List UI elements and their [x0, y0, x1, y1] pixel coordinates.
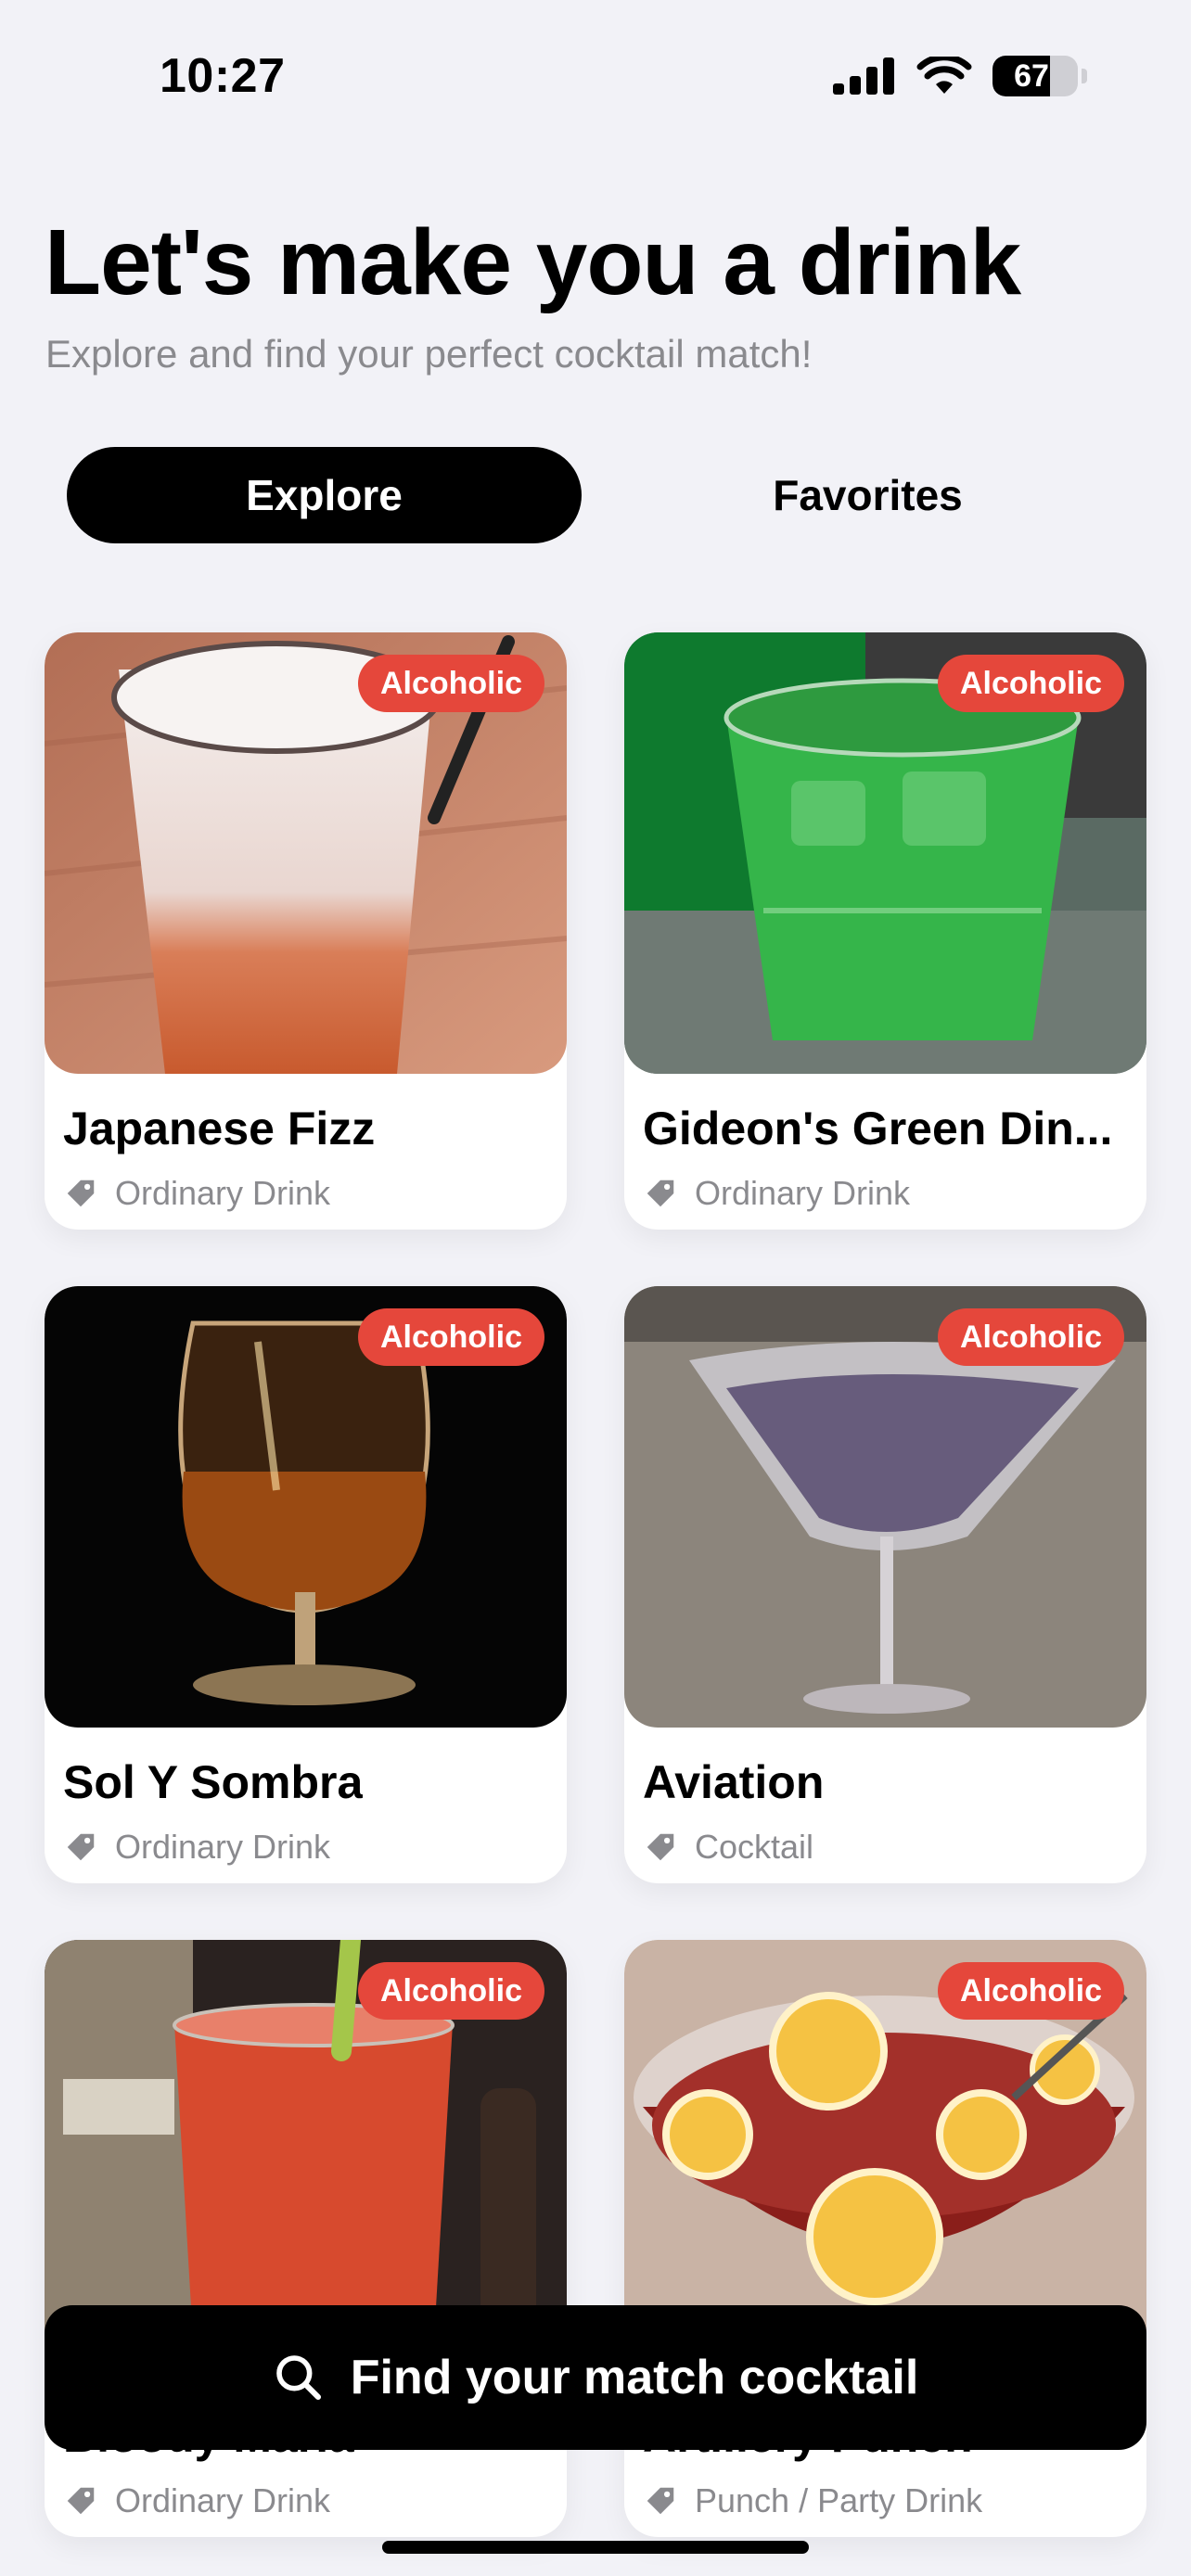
- battery-level: 67: [1014, 57, 1049, 94]
- cocktail-category-label: Ordinary Drink: [695, 1174, 911, 1212]
- find-match-button[interactable]: Find your match cocktail: [45, 2305, 1146, 2450]
- status-time: 10:27: [160, 49, 286, 103]
- status-icons: 67: [833, 56, 1087, 96]
- cocktail-category-label: Cocktail: [695, 1828, 814, 1866]
- cocktail-image: Alcoholic: [45, 1286, 567, 1728]
- cocktail-category-label: Ordinary Drink: [115, 1174, 331, 1212]
- tag-icon: [67, 1833, 95, 1861]
- tag-icon: [67, 2487, 95, 2515]
- tag-icon: [647, 1180, 674, 1207]
- cocktail-name: Aviation: [643, 1756, 825, 1808]
- cocktail-card[interactable]: Alcoholic Aviation Cocktail: [624, 1286, 1146, 1883]
- cocktail-category: Ordinary Drink: [643, 1174, 910, 1213]
- tag-icon: [647, 1833, 674, 1861]
- cocktail-name: Gideon's Green Din...: [643, 1103, 1113, 1154]
- alcoholic-badge: Alcoholic: [937, 1308, 1124, 1366]
- cellular-signal-icon: [833, 57, 894, 95]
- cocktail-name: Japanese Fizz: [63, 1103, 376, 1154]
- cocktail-category-label: Ordinary Drink: [115, 1828, 331, 1866]
- status-bar: 10:27 67: [0, 0, 1191, 158]
- cocktail-card[interactable]: Alcoholic Sol Y Sombra Ordinary Drink: [45, 1286, 567, 1883]
- battery-cap: [1082, 69, 1087, 83]
- page-title: Let's make you a drink: [45, 210, 1021, 314]
- battery-icon: 67: [992, 56, 1078, 96]
- cocktail-category: Punch / Party Drink: [643, 2481, 982, 2520]
- cocktail-category: Cocktail: [643, 1828, 813, 1867]
- cocktail-name: Sol Y Sombra: [63, 1756, 364, 1808]
- alcoholic-badge: Alcoholic: [357, 1308, 544, 1366]
- alcoholic-badge: Alcoholic: [937, 655, 1124, 712]
- cocktail-image: Alcoholic: [624, 632, 1146, 1074]
- cocktail-category-label: Ordinary Drink: [115, 2481, 331, 2519]
- tab-switcher: Explore Favorites: [67, 447, 1124, 543]
- alcoholic-badge: Alcoholic: [937, 1962, 1124, 2020]
- alcoholic-badge: Alcoholic: [357, 655, 544, 712]
- home-indicator[interactable]: [382, 2541, 809, 2554]
- cocktail-card[interactable]: Alcoholic Japanese Fizz Ordinary Drink: [45, 632, 567, 1230]
- tab-favorites[interactable]: Favorites: [610, 447, 1125, 543]
- tag-icon: [67, 1180, 95, 1207]
- cocktail-category: Ordinary Drink: [63, 2481, 330, 2520]
- cocktail-image: Alcoholic: [45, 632, 567, 1074]
- tag-icon: [647, 2487, 674, 2515]
- cocktail-category: Ordinary Drink: [63, 1828, 330, 1867]
- tab-explore[interactable]: Explore: [67, 447, 582, 543]
- alcoholic-badge: Alcoholic: [357, 1962, 544, 2020]
- page-subtitle: Explore and find your perfect cocktail m…: [45, 332, 813, 376]
- cocktail-category-label: Punch / Party Drink: [695, 2481, 983, 2519]
- find-match-label: Find your match cocktail: [350, 2351, 919, 2404]
- cocktail-image: Alcoholic: [624, 1286, 1146, 1728]
- cocktail-card[interactable]: Alcoholic Gideon's Green Din... Ordinary…: [624, 632, 1146, 1230]
- cocktail-category: Ordinary Drink: [63, 1174, 330, 1213]
- search-icon: [275, 2355, 321, 2401]
- wifi-icon: [916, 57, 972, 94]
